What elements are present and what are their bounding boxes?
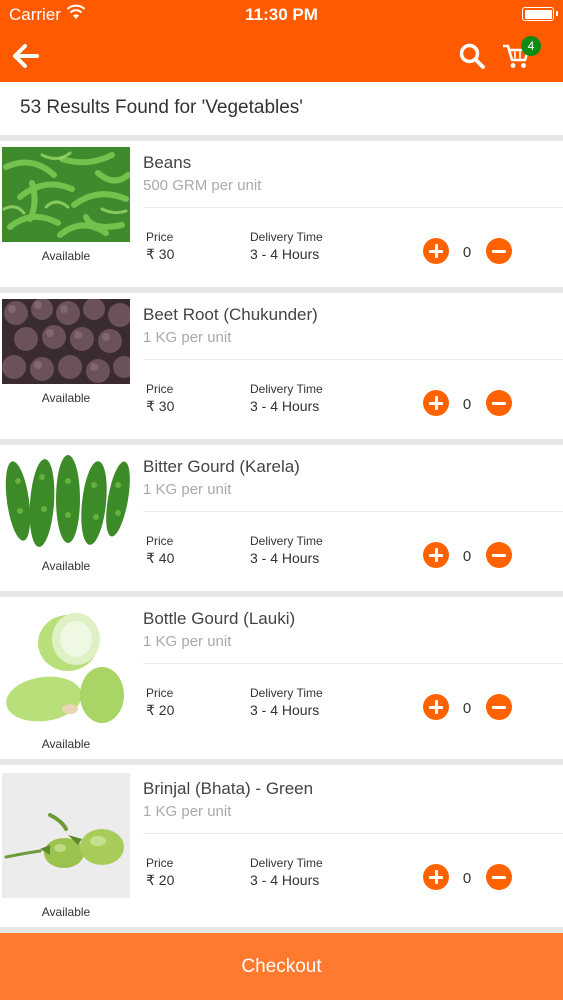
delivery-time-label: Delivery Time xyxy=(250,686,323,700)
product-name: Brinjal (Bhata) - Green xyxy=(143,779,314,798)
delivery-time-label: Delivery Time xyxy=(250,382,323,396)
delivery-time-value: 3 - 4 Hours xyxy=(250,872,320,888)
product-image-beet-root xyxy=(2,299,130,384)
delivery-time-value: 3 - 4 Hours xyxy=(250,702,320,718)
checkout-button[interactable]: Checkout xyxy=(0,933,563,1000)
delivery-time-value: 3 - 4 Hours xyxy=(250,398,320,414)
availability-label: Available xyxy=(41,559,91,573)
availability-label: Available xyxy=(41,249,91,263)
product-name: Beet Root (Chukunder) xyxy=(143,305,318,324)
increase-quantity-button[interactable] xyxy=(423,694,449,720)
price-label: Price xyxy=(146,382,174,396)
product-unit: 500 GRM per unit xyxy=(143,177,262,194)
product-image-beans xyxy=(2,147,130,242)
results-bar: 53 Results Found for 'Vegetables' xyxy=(0,82,563,135)
arrow-left-icon[interactable] xyxy=(12,42,40,70)
decrease-quantity-button[interactable] xyxy=(486,390,512,416)
availability-label: Available xyxy=(41,905,91,919)
product-image-brinjal xyxy=(2,773,130,898)
price-value: ₹ 30 xyxy=(146,246,175,262)
product-unit: 1 KG per unit xyxy=(143,633,232,650)
price-label: Price xyxy=(146,230,174,244)
availability-label: Available xyxy=(41,391,91,405)
price-value: ₹ 40 xyxy=(146,550,175,566)
row-divider xyxy=(143,663,563,664)
battery-icon xyxy=(522,7,558,21)
quantity-value: 0 xyxy=(462,700,472,717)
price-value: ₹ 20 xyxy=(146,872,175,888)
row-divider xyxy=(143,359,563,360)
product-row[interactable]: Available Bottle Gourd (Lauki) 1 KG per … xyxy=(0,597,563,759)
quantity-value: 0 xyxy=(462,396,472,413)
row-divider xyxy=(143,833,563,834)
price-value: ₹ 30 xyxy=(146,398,175,414)
top-bar: Carrier 11:30 PM 4 xyxy=(0,0,563,82)
product-unit: 1 KG per unit xyxy=(143,329,232,346)
delivery-time-value: 3 - 4 Hours xyxy=(250,550,320,566)
price-label: Price xyxy=(146,534,174,548)
product-name: Bitter Gourd (Karela) xyxy=(143,457,300,476)
product-name: Bottle Gourd (Lauki) xyxy=(143,609,296,628)
decrease-quantity-button[interactable] xyxy=(486,238,512,264)
delivery-time-value: 3 - 4 Hours xyxy=(250,246,320,262)
delivery-time-label: Delivery Time xyxy=(250,534,323,548)
product-name: Beans xyxy=(143,153,192,172)
delivery-time-label: Delivery Time xyxy=(250,856,323,870)
quantity-value: 0 xyxy=(462,244,472,261)
price-label: Price xyxy=(146,856,174,870)
decrease-quantity-button[interactable] xyxy=(486,542,512,568)
search-icon[interactable] xyxy=(458,42,486,70)
product-row[interactable]: Available Bitter Gourd (Karela) 1 KG per… xyxy=(0,445,563,591)
product-row[interactable]: Available Beet Root (Chukunder) 1 KG per… xyxy=(0,293,563,439)
status-time: 11:30 PM xyxy=(245,5,318,24)
quantity-value: 0 xyxy=(462,870,472,887)
row-divider xyxy=(143,511,563,512)
price-value: ₹ 20 xyxy=(146,702,175,718)
status-bar: Carrier 11:30 PM xyxy=(0,0,563,30)
product-row[interactable]: Available Brinjal (Bhata) - Green 1 KG p… xyxy=(0,765,563,927)
availability-label: Available xyxy=(41,737,91,751)
increase-quantity-button[interactable] xyxy=(423,864,449,890)
price-label: Price xyxy=(146,686,174,700)
increase-quantity-button[interactable] xyxy=(423,390,449,416)
product-row[interactable]: Available Beans 500 GRM per unit Price ₹… xyxy=(0,141,563,287)
row-divider xyxy=(143,207,563,208)
increase-quantity-button[interactable] xyxy=(423,542,449,568)
product-image-bottle-gourd xyxy=(2,603,130,728)
decrease-quantity-button[interactable] xyxy=(486,864,512,890)
results-count-text: 53 Results Found for 'Vegetables' xyxy=(20,97,303,118)
quantity-value: 0 xyxy=(462,548,472,565)
increase-quantity-button[interactable] xyxy=(423,238,449,264)
product-unit: 1 KG per unit xyxy=(143,803,232,820)
product-image-bitter-gourd xyxy=(2,451,130,556)
cart-count-badge: 4 xyxy=(521,36,541,56)
decrease-quantity-button[interactable] xyxy=(486,694,512,720)
product-unit: 1 KG per unit xyxy=(143,481,232,498)
delivery-time-label: Delivery Time xyxy=(250,230,323,244)
